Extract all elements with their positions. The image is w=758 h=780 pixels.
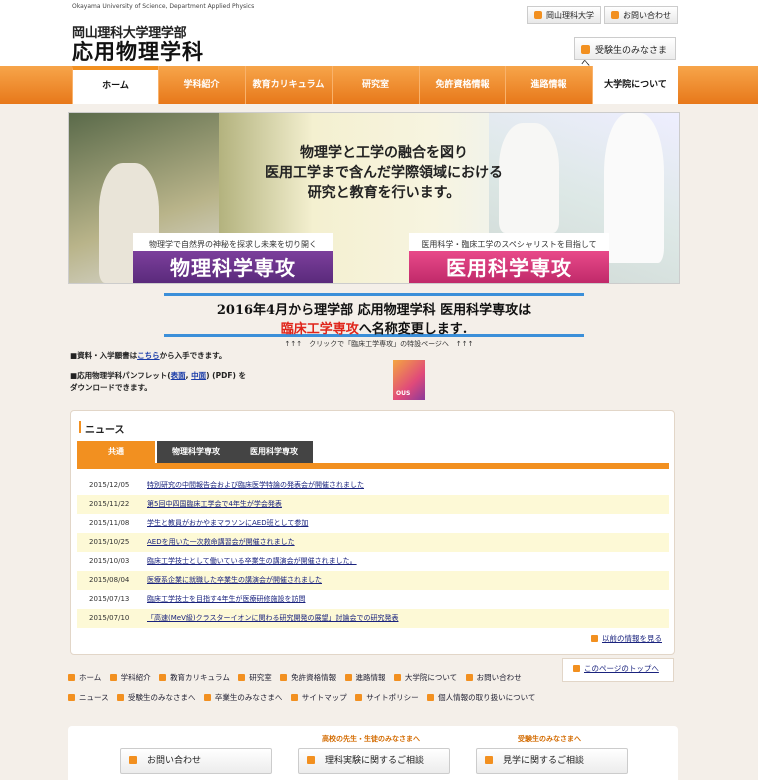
contact-button[interactable]: お問い合わせ	[120, 748, 272, 774]
visit-consult-button[interactable]: 見学に関するご相談	[476, 748, 628, 774]
footer-link-sitemap[interactable]: サイトマップ	[291, 692, 347, 703]
hero-copy: 物理学と工学の融合を図り 医用工学まで含んだ学際領域における 研究と教育を行いま…	[265, 145, 503, 201]
list-item: 2015/07/13 臨床工学技士を目指す4年生が医療研修施設を訪問	[89, 595, 306, 603]
arrow-icon	[307, 756, 315, 764]
list-item: 2015/10/25 AEDを用いた一次救命講習会が開催されました	[77, 533, 669, 552]
site-title[interactable]: 応用物理学科	[72, 36, 204, 66]
nav-graduate-school[interactable]: 大学院について	[592, 66, 678, 104]
arrow-icon	[534, 11, 542, 19]
physics-course-badge[interactable]: 物理学で自然界の神秘を探求し未来を切り開く 物理科学専攻	[133, 233, 333, 283]
arrow-icon	[485, 756, 493, 764]
tab-common[interactable]: 共通	[77, 441, 155, 463]
footer-links-row-1: ホーム 学科紹介 教育カリキュラム 研究室 免許資格情報 進路情報 大学院につい…	[68, 672, 528, 683]
list-item: 2015/08/04 医療系企業に就職した卒業生の講演会が開催されました	[77, 571, 669, 590]
nav-labs[interactable]: 研究室	[332, 66, 418, 104]
footer-link-site-policy[interactable]: サイトポリシー	[355, 692, 419, 703]
list-item: 2015/12/05 特別研究の中間報告会および臨床医学特論の発表会が開催されまし…	[89, 481, 364, 489]
footer-link-home[interactable]: ホーム	[68, 672, 101, 683]
nav-licenses[interactable]: 免許資格情報	[419, 66, 505, 104]
examinees-caption: 受験生のみなさまへ	[518, 735, 581, 743]
tab-medical[interactable]: 医用科学専攻	[235, 441, 313, 463]
university-link[interactable]: 岡山理科大学	[527, 6, 601, 24]
teachers-caption: 高校の先生・生徒のみなさまへ	[322, 735, 420, 743]
arrow-icon	[611, 11, 619, 19]
footer-link-department[interactable]: 学科紹介	[110, 672, 151, 683]
examinees-button[interactable]: 受験生のみなさまへ	[574, 37, 676, 69]
tab-underline	[77, 463, 669, 469]
rename-announcement-banner[interactable]: 2016年4月から理学部 応用物理学科 医用科学専攻は 臨床工学専攻へ名称変更し…	[164, 293, 584, 337]
experiment-consult-button[interactable]: 理科実験に関するご相談	[298, 748, 450, 774]
pamphlet-inner-link[interactable]: 中面	[191, 371, 206, 380]
footer-link-licenses[interactable]: 免許資格情報	[280, 672, 336, 683]
materials-info: ■資料・入学願書はこちらから入手できます。	[70, 351, 227, 360]
footer-link-news[interactable]: ニュース	[68, 692, 109, 703]
footer-link-career[interactable]: 進路情報	[345, 672, 386, 683]
site-header: Okayama University of Science, Departmen…	[0, 0, 758, 69]
university-english-name: Okayama University of Science, Departmen…	[72, 3, 255, 10]
more-news-link[interactable]: 以前の情報を見る	[591, 633, 662, 644]
global-nav: ホーム 学科紹介 教育カリキュラム 研究室 免許資格情報 進路情報 大学院につい…	[0, 66, 758, 104]
contact-link[interactable]: お問い合わせ	[604, 6, 678, 24]
click-note: ↑↑↑ クリックで「臨床工学専攻」の特設ページへ ↑↑↑	[284, 340, 474, 348]
footer-link-privacy[interactable]: 個人情報の取り扱いについて	[427, 692, 535, 703]
footer-link-examinees[interactable]: 受験生のみなさまへ	[117, 692, 196, 703]
list-item: 2015/10/03 臨床工学技士として働いている卒業生の講演会が開催されました。	[89, 557, 357, 565]
nav-department[interactable]: 学科紹介	[158, 66, 244, 104]
nav-curriculum[interactable]: 教育カリキュラム	[245, 66, 331, 104]
list-item: 2015/11/08 学生と教員がおかやまマラソンにAED班として参加	[89, 519, 309, 527]
news-heading: ニュース	[79, 421, 125, 436]
pamphlet-thumbnail[interactable]: OUS	[393, 360, 425, 400]
list-item: 2015/07/10 「高速(MeV級)クラスターイオンに関わる研究開発の展望」討…	[77, 609, 669, 628]
footer-link-curriculum[interactable]: 教育カリキュラム	[159, 672, 230, 683]
medical-course-badge[interactable]: 医用科学・臨床工学のスペシャリストを目指して 医用科学専攻	[409, 233, 609, 283]
arrow-icon	[129, 756, 137, 764]
footer-link-labs[interactable]: 研究室	[238, 672, 272, 683]
nav-home[interactable]: ホーム	[72, 66, 158, 104]
pamphlet-front-link[interactable]: 表面	[171, 371, 186, 380]
footer-link-graduate[interactable]: 大学院について	[394, 672, 457, 683]
footer-link-contact[interactable]: お問い合わせ	[466, 672, 522, 683]
list-item: 2015/11/22 第5回中四国臨床工学会で4年生が学会発表	[77, 495, 669, 514]
page-top-link[interactable]: このページのトップへ	[562, 658, 674, 682]
pamphlet-info: ■応用物理学科パンフレット(表面, 中面) (PDF) を ダウンロードできます…	[70, 371, 246, 392]
student-image-2	[604, 113, 664, 263]
nav-career[interactable]: 進路情報	[505, 66, 591, 104]
footer-links-row-2: ニュース 受験生のみなさまへ 卒業生のみなさまへ サイトマップ サイトポリシー …	[68, 692, 541, 703]
hero-banner: 物理学と工学の融合を図り 医用工学まで含んだ学際領域における 研究と教育を行いま…	[68, 112, 680, 284]
footer-link-graduates[interactable]: 卒業生のみなさまへ	[204, 692, 283, 703]
tab-physics[interactable]: 物理科学専攻	[157, 441, 235, 463]
materials-link[interactable]: こちら	[137, 351, 160, 360]
arrow-icon	[581, 45, 590, 54]
news-panel: ニュース 共通 物理科学専攻 医用科学専攻 2015/12/05 特別研究の中間報…	[70, 410, 675, 655]
